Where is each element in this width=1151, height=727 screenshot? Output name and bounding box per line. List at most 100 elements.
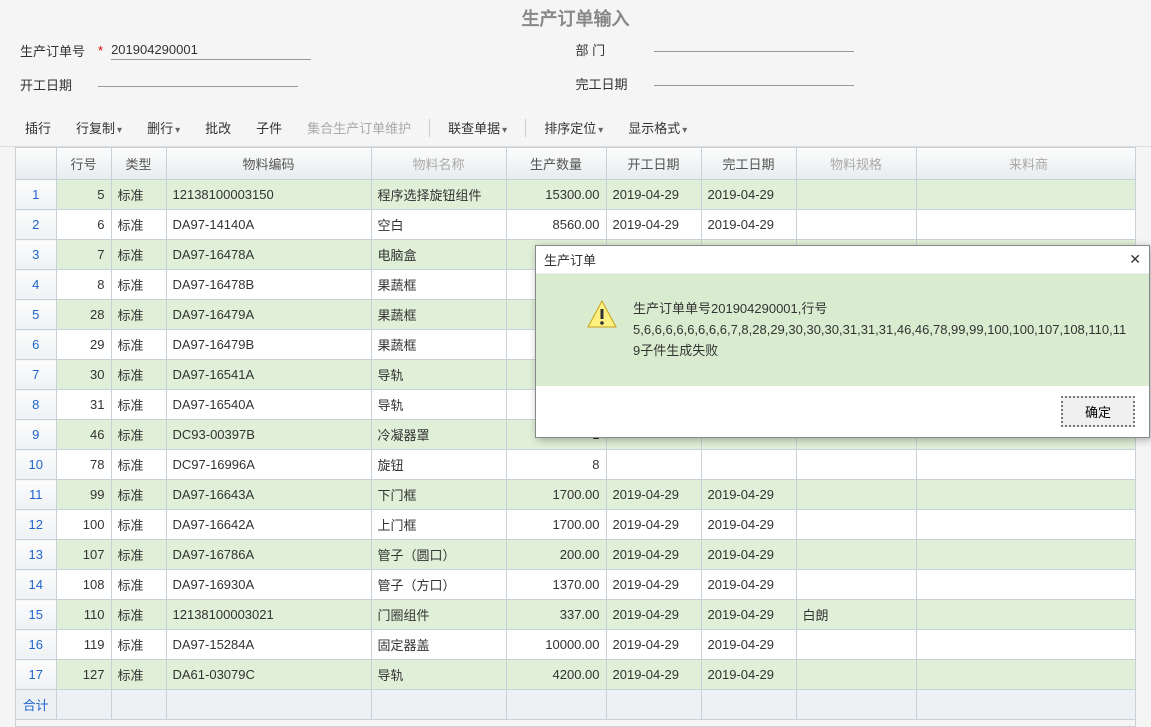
cell-spec[interactable]: [796, 210, 916, 240]
cell-name[interactable]: 门圈组件: [371, 600, 506, 630]
cell-name[interactable]: 导轨: [371, 360, 506, 390]
cell-code[interactable]: DA97-14140A: [166, 210, 371, 240]
cell-line[interactable]: 119: [56, 630, 111, 660]
cell-name[interactable]: 管子（方口）: [371, 570, 506, 600]
cell-supplier[interactable]: [916, 210, 1136, 240]
cell-start[interactable]: 2019-04-29: [606, 600, 701, 630]
cell-line[interactable]: 28: [56, 300, 111, 330]
table-row[interactable]: 12100标准DA97-16642A上门框1700.002019-04-2920…: [16, 510, 1136, 540]
cell-end[interactable]: 2019-04-29: [701, 180, 796, 210]
cell-spec[interactable]: [796, 660, 916, 690]
copy-row-button[interactable]: 行复制▾: [66, 114, 132, 141]
cell-start[interactable]: 2019-04-29: [606, 510, 701, 540]
cell-qty[interactable]: 1700.00: [506, 510, 606, 540]
col-supplier[interactable]: 来料商: [916, 148, 1136, 180]
cell-name[interactable]: 程序选择旋钮组件: [371, 180, 506, 210]
cell-spec[interactable]: [796, 630, 916, 660]
col-spec[interactable]: 物料规格: [796, 148, 916, 180]
cell-code[interactable]: DA97-16643A: [166, 480, 371, 510]
cell-code[interactable]: 12138100003150: [166, 180, 371, 210]
cell-supplier[interactable]: [916, 540, 1136, 570]
cell-name[interactable]: 导轨: [371, 390, 506, 420]
cell-spec[interactable]: [796, 510, 916, 540]
cell-end[interactable]: 2019-04-29: [701, 210, 796, 240]
cell-spec[interactable]: [796, 480, 916, 510]
cell-end[interactable]: 2019-04-29: [701, 540, 796, 570]
cell-spec[interactable]: [796, 570, 916, 600]
table-row[interactable]: 16119标准DA97-15284A固定器盖10000.002019-04-29…: [16, 630, 1136, 660]
cell-end[interactable]: 2019-04-29: [701, 510, 796, 540]
table-row[interactable]: 26标准DA97-14140A空白8560.002019-04-292019-0…: [16, 210, 1136, 240]
cell-name[interactable]: 果蔬框: [371, 330, 506, 360]
cell-spec[interactable]: [796, 180, 916, 210]
cell-name[interactable]: 果蔬框: [371, 270, 506, 300]
cell-code[interactable]: DC93-00397B: [166, 420, 371, 450]
cell-name[interactable]: 下门框: [371, 480, 506, 510]
cell-name[interactable]: 旋钮: [371, 450, 506, 480]
cell-line[interactable]: 7: [56, 240, 111, 270]
cell-qty[interactable]: 1370.00: [506, 570, 606, 600]
cell-type[interactable]: 标准: [111, 450, 166, 480]
cell-type[interactable]: 标准: [111, 180, 166, 210]
cell-supplier[interactable]: [916, 600, 1136, 630]
cell-start[interactable]: [606, 450, 701, 480]
cell-qty[interactable]: 8560.00: [506, 210, 606, 240]
table-row[interactable]: 1078标准DC97-16996A旋钮8: [16, 450, 1136, 480]
cell-start[interactable]: 2019-04-29: [606, 480, 701, 510]
child-item-button[interactable]: 子件: [246, 114, 292, 141]
cell-code[interactable]: DA97-16541A: [166, 360, 371, 390]
cell-type[interactable]: 标准: [111, 420, 166, 450]
cell-type[interactable]: 标准: [111, 510, 166, 540]
cell-type[interactable]: 标准: [111, 630, 166, 660]
table-row[interactable]: 15标准12138100003150程序选择旋钮组件15300.002019-0…: [16, 180, 1136, 210]
cell-line[interactable]: 31: [56, 390, 111, 420]
cell-qty[interactable]: 337.00: [506, 600, 606, 630]
cell-line[interactable]: 107: [56, 540, 111, 570]
cell-line[interactable]: 127: [56, 660, 111, 690]
cell-type[interactable]: 标准: [111, 570, 166, 600]
cell-line[interactable]: 100: [56, 510, 111, 540]
cell-name[interactable]: 导轨: [371, 660, 506, 690]
link-query-button[interactable]: 联查单据▾: [438, 114, 517, 141]
cell-end[interactable]: 2019-04-29: [701, 630, 796, 660]
cell-type[interactable]: 标准: [111, 270, 166, 300]
cell-line[interactable]: 6: [56, 210, 111, 240]
cell-start[interactable]: 2019-04-29: [606, 570, 701, 600]
insert-row-button[interactable]: 插行: [15, 114, 61, 141]
cell-name[interactable]: 冷凝器罩: [371, 420, 506, 450]
cell-type[interactable]: 标准: [111, 300, 166, 330]
col-end[interactable]: 完工日期: [701, 148, 796, 180]
cell-spec[interactable]: [796, 450, 916, 480]
cell-end[interactable]: 2019-04-29: [701, 660, 796, 690]
sort-locate-button[interactable]: 排序定位▾: [534, 114, 613, 141]
cell-type[interactable]: 标准: [111, 480, 166, 510]
cell-code[interactable]: 12138100003021: [166, 600, 371, 630]
close-icon[interactable]: ✕: [1129, 251, 1141, 268]
cell-line[interactable]: 110: [56, 600, 111, 630]
cell-supplier[interactable]: [916, 480, 1136, 510]
cell-end[interactable]: 2019-04-29: [701, 600, 796, 630]
cell-line[interactable]: 78: [56, 450, 111, 480]
cell-type[interactable]: 标准: [111, 360, 166, 390]
cell-supplier[interactable]: [916, 570, 1136, 600]
end-date-input[interactable]: [654, 81, 854, 86]
cell-code[interactable]: DA97-16478A: [166, 240, 371, 270]
cell-start[interactable]: 2019-04-29: [606, 630, 701, 660]
cell-qty[interactable]: 1700.00: [506, 480, 606, 510]
cell-spec[interactable]: [796, 540, 916, 570]
cell-start[interactable]: 2019-04-29: [606, 540, 701, 570]
cell-start[interactable]: 2019-04-29: [606, 660, 701, 690]
cell-code[interactable]: DA97-16540A: [166, 390, 371, 420]
cell-type[interactable]: 标准: [111, 390, 166, 420]
cell-supplier[interactable]: [916, 450, 1136, 480]
cell-code[interactable]: DA97-16479A: [166, 300, 371, 330]
cell-line[interactable]: 29: [56, 330, 111, 360]
cell-spec[interactable]: 白朗: [796, 600, 916, 630]
order-no-input[interactable]: 201904290001: [111, 40, 311, 60]
cell-line[interactable]: 8: [56, 270, 111, 300]
cell-name[interactable]: 电脑盒: [371, 240, 506, 270]
cell-code[interactable]: DA61-03079C: [166, 660, 371, 690]
cell-name[interactable]: 上门框: [371, 510, 506, 540]
cell-code[interactable]: DA97-15284A: [166, 630, 371, 660]
col-qty[interactable]: 生产数量: [506, 148, 606, 180]
